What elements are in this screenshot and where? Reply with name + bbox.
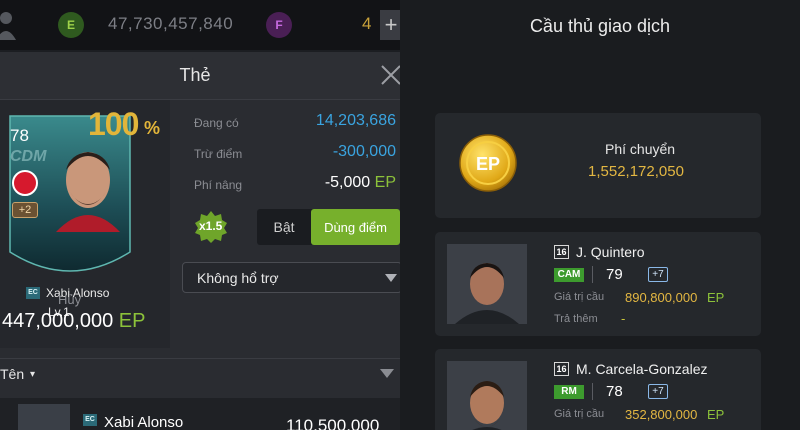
support-dropdown[interactable]: Không hổ trợ (182, 262, 400, 293)
sort-label[interactable]: Tên (0, 366, 24, 382)
add-currency-button[interactable]: + (380, 10, 400, 40)
player-name: J. Quintero (576, 244, 645, 260)
divider (592, 383, 593, 400)
toggle-on-button[interactable]: Bật (257, 209, 311, 245)
f-currency-count: 4 (362, 14, 372, 33)
player-rating: 79 (606, 266, 623, 283)
player-upgrade-badge: +7 (648, 267, 668, 282)
extra-pay-value: - (621, 311, 626, 326)
percent-sign: % (144, 118, 161, 138)
season-badge: 16 (554, 245, 569, 259)
player-value-label: Giá trị cầu (554, 291, 605, 303)
player-value-label: Giá trị cầu (554, 408, 605, 420)
success-percent: 100 (88, 106, 139, 142)
upgrade-fee-amount: -5,000 (324, 174, 371, 191)
player-value: 352,800,000 (625, 407, 698, 422)
owned-value: 14,203,686 (315, 112, 396, 129)
dialog-title: Thẻ (179, 65, 211, 85)
transfer-fee-label: Phí chuyển (605, 141, 676, 157)
card-ec-badge: EC (26, 287, 40, 299)
transfer-panel: Cầu thủ giao dịch EP Phí chuyển 1,552,17… (400, 0, 800, 430)
e-currency-icon: E (58, 12, 84, 38)
card-rating: 78 (10, 126, 29, 145)
club-badge-icon (12, 170, 38, 196)
upgrade-fee-unit: EP (374, 174, 396, 191)
player-photo (447, 361, 527, 430)
player-upgrade-badge: +7 (648, 384, 668, 399)
card-price-value: 447,000,000 (2, 310, 114, 332)
close-icon[interactable] (380, 64, 400, 86)
card-position: CDM (10, 148, 47, 165)
deduct-value: -300,000 (332, 143, 396, 160)
list-item-price: 110,500,000 (286, 416, 380, 430)
player-position-badge: RM (554, 385, 584, 399)
list-item-thumbnail (18, 404, 70, 430)
card-price: 447,000,000 EP (2, 310, 145, 333)
sort-dropdown-arrow-icon[interactable] (380, 369, 394, 378)
player-value: 890,800,000 (625, 290, 698, 305)
transfer-title: Cầu thủ giao dịch (529, 16, 671, 36)
player-name: M. Carcela-Gonzalez (576, 361, 708, 377)
use-points-button[interactable]: Dùng điểm (311, 209, 400, 245)
dropdown-arrow-icon (385, 274, 397, 282)
top-currency-bar: E 47,730,457,840 F 4 + (0, 0, 400, 50)
card-upgrade-panel: E 47,730,457,840 F 4 + Thẻ 78 CDM +2 EC … (0, 0, 400, 430)
extra-pay-label: Trả thêm (554, 313, 598, 325)
sort-caret-icon: ▾ (30, 369, 36, 380)
player-value-unit: EP (707, 407, 725, 422)
upgrade-fee-value: -5,000 EP (325, 174, 396, 192)
multiplier-text: x1.5 (199, 219, 223, 233)
player-position-badge: CAM (554, 268, 584, 282)
player-card-row[interactable]: 16 M. Carcela-Gonzalez RM 78 +7 Giá trị … (435, 349, 761, 430)
user-icon[interactable] (0, 8, 18, 42)
ep-coin-label: EP (476, 154, 500, 174)
upgrade-level-badge: +2 (12, 202, 38, 218)
points-toggle: Bật Dùng điểm (257, 209, 400, 245)
list-item-ec-badge: EC (83, 414, 97, 426)
player-rating: 78 (606, 383, 623, 400)
divider (592, 266, 593, 283)
f-currency-icon: F (266, 12, 292, 38)
sort-bar[interactable]: Tên ▾ (0, 358, 400, 388)
list-item[interactable]: EC Xabi Alonso 110,500,000 (0, 398, 400, 430)
transfer-fee-amount: 1,552,172,050 (588, 163, 684, 180)
player-card-row[interactable]: 16 J. Quintero CAM 79 +7 Giá trị cầu 890… (435, 232, 761, 336)
player-face (56, 152, 120, 232)
cancel-button[interactable]: Hủy (58, 292, 81, 307)
transfer-fee-box: EP Phí chuyển 1,552,172,050 (435, 113, 761, 218)
upgrade-fee-label: Phí nâng (194, 178, 243, 192)
support-dropdown-value: Không hổ trợ (197, 270, 279, 286)
dialog-header: Thẻ (0, 52, 400, 100)
player-photo (447, 244, 527, 324)
season-badge: 16 (554, 362, 569, 376)
player-value-unit: EP (707, 290, 725, 305)
card-price-unit: EP (118, 310, 146, 332)
owned-label: Đang có (194, 116, 239, 130)
list-item-name: Xabi Alonso (104, 414, 184, 430)
coin-balance: 47,730,457,840 (108, 14, 234, 33)
deduct-label: Trừ điểm (194, 147, 243, 161)
ep-coin-icon: EP (459, 134, 517, 192)
